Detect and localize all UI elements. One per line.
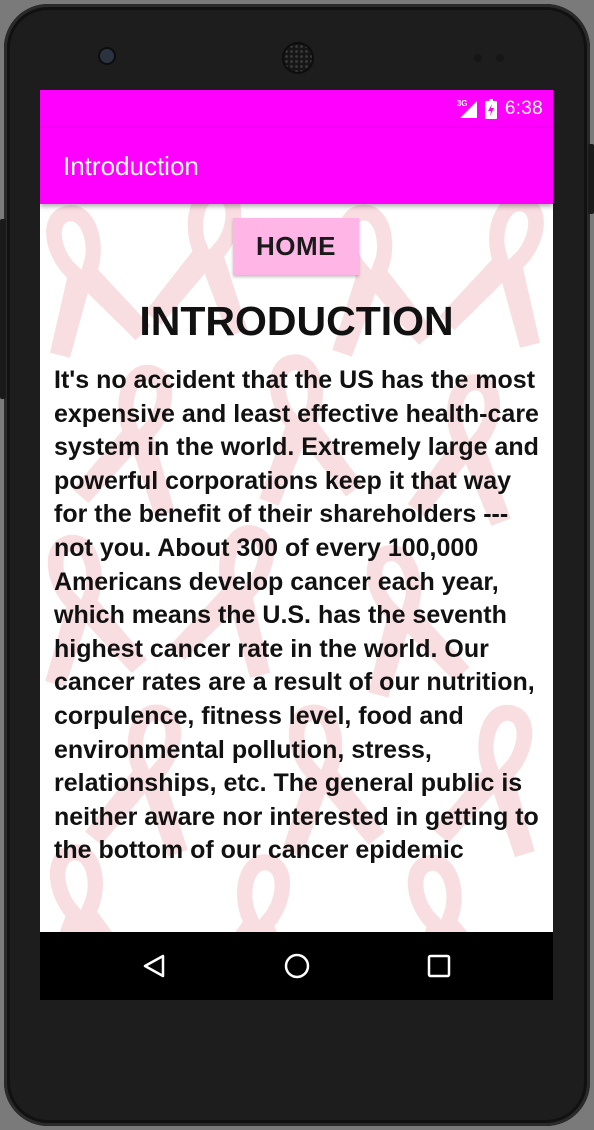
screen: 3G 6:38 Introduction HOME INTRODUCTION I… [40, 90, 553, 1000]
back-icon[interactable] [136, 948, 172, 984]
app-bar: Introduction [40, 128, 553, 204]
battery-icon [484, 99, 497, 119]
volume-button[interactable] [0, 219, 6, 399]
power-button[interactable] [588, 144, 594, 214]
earpiece-speaker [284, 44, 312, 72]
proximity-sensor [474, 54, 482, 62]
app-bar-title: Introduction [63, 151, 199, 181]
network-type: 3G [456, 99, 468, 108]
signal-icon: 3G [456, 99, 477, 118]
content-area[interactable]: HOME INTRODUCTION It's no accident that … [40, 204, 553, 932]
intro-body-text: It's no accident that the US has the mos… [54, 366, 539, 865]
status-bar: 3G 6:38 [40, 90, 553, 128]
device-frame: 3G 6:38 Introduction HOME INTRODUCTION I… [0, 4, 594, 1126]
page-heading: INTRODUCTION [139, 298, 454, 344]
navigation-bar [40, 932, 553, 1000]
home-button[interactable]: HOME [233, 218, 359, 275]
status-clock: 6:38 [504, 98, 543, 119]
status-icons: 3G 6:38 [456, 98, 543, 120]
recents-icon[interactable] [421, 948, 457, 984]
home-icon[interactable] [279, 948, 315, 984]
front-camera [100, 49, 114, 63]
light-sensor [496, 54, 504, 62]
